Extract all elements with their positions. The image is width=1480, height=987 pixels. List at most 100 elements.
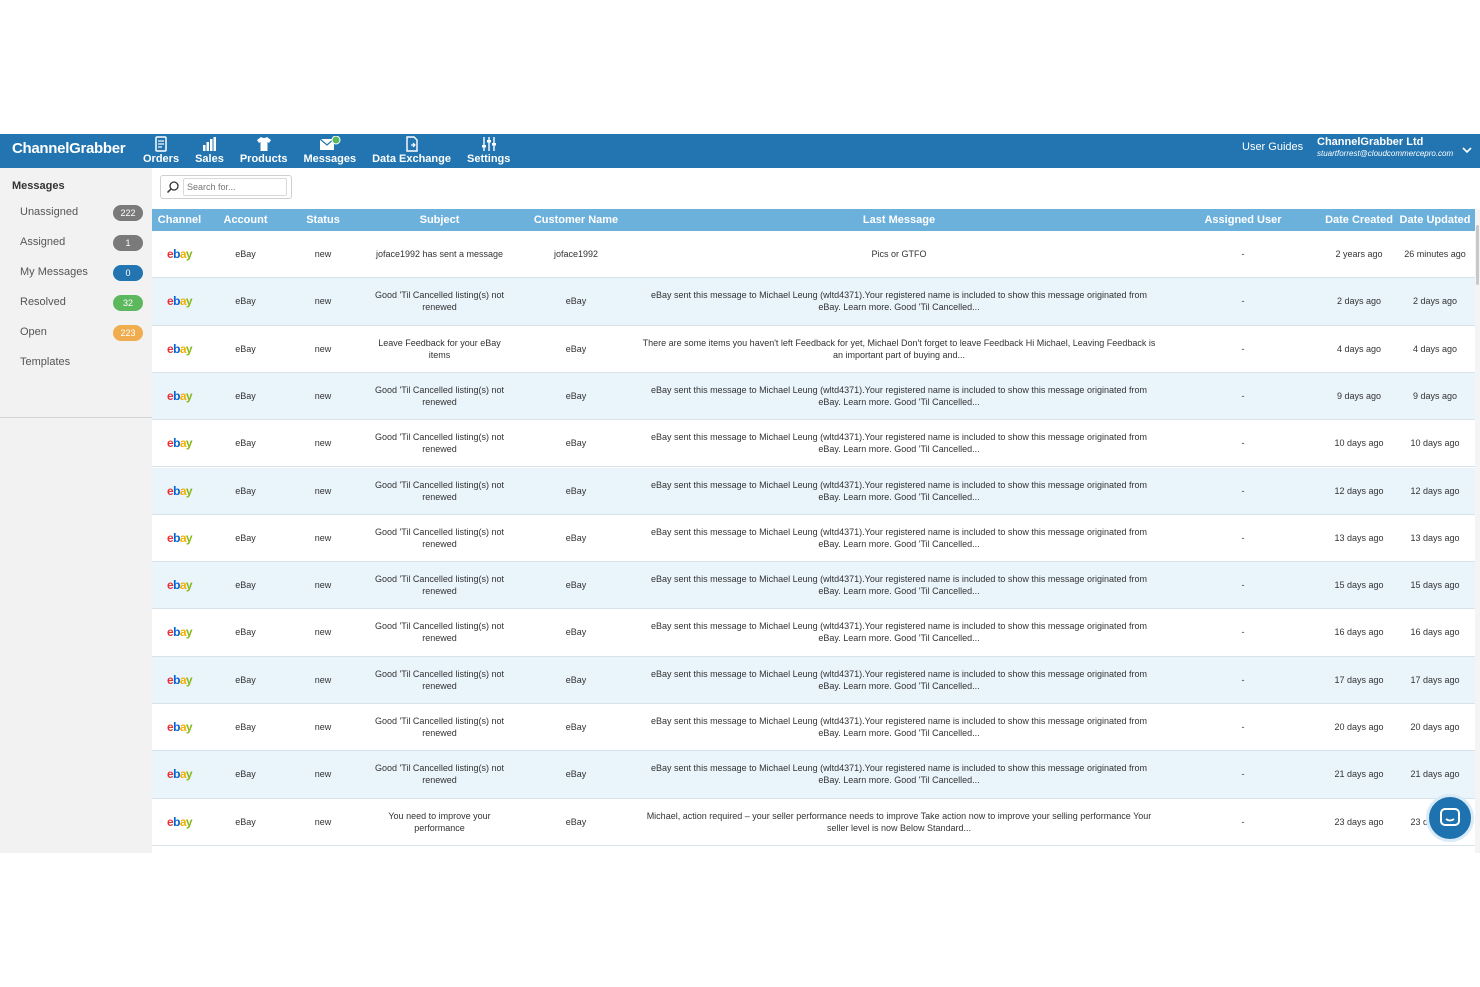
date-created-cell: 9 days ago — [1336, 390, 1382, 401]
ebay-logo-icon: ebay — [167, 578, 193, 593]
shirt-icon — [256, 137, 271, 151]
table-row[interactable]: ebay eBay new Good 'Til Cancelled listin… — [152, 420, 1475, 468]
date-created-cell: 2 years ago — [1335, 249, 1383, 259]
sidebar-item-label: Templates — [20, 356, 71, 368]
table-row[interactable]: ebay eBay new Good 'Til Cancelled listin… — [152, 562, 1475, 610]
table-row[interactable]: ebay eBay new Good 'Til Cancelled listin… — [152, 467, 1475, 515]
table-row[interactable]: ebay eBay new Good 'Til Cancelled listin… — [152, 751, 1475, 799]
account-email: stuartforrest@cloudcommercepro.com — [1317, 149, 1454, 158]
channel-cell: ebay — [152, 326, 207, 372]
table-row[interactable]: ebay eBay new Good 'Til Cancelled listin… — [152, 372, 1475, 421]
table-row[interactable]: ebay eBay new Leave Feedback for your eB… — [152, 325, 1475, 373]
count-badge: 0 — [113, 265, 143, 281]
assigned-user-cell: - — [1241, 769, 1245, 780]
account-menu[interactable]: ChannelGrabber Ltd stuartforrest@cloudco… — [1317, 136, 1453, 158]
column-header-last-message[interactable]: Last Message — [635, 209, 1163, 231]
sidebar-item-unassigned[interactable]: Unassigned 222 — [0, 202, 152, 224]
search-input[interactable] — [183, 178, 287, 196]
customer-name-cell: eBay — [565, 674, 587, 685]
status-cell: new — [314, 390, 332, 401]
last-message-cell: Pics or GTFO — [871, 249, 927, 259]
channel-cell: ebay — [152, 468, 207, 514]
ebay-logo-icon: ebay — [167, 767, 193, 782]
assigned-user-cell: - — [1241, 722, 1245, 732]
nav-sales[interactable]: Sales — [187, 134, 232, 168]
column-header-date-created[interactable]: Date Created — [1323, 209, 1395, 231]
customer-name-cell: eBay — [565, 390, 587, 401]
channel-cell: ebay — [152, 278, 207, 324]
chevron-down-icon[interactable] — [1461, 144, 1473, 156]
nav-messages[interactable]: Messages — [296, 134, 365, 168]
customer-name-cell: eBay — [565, 627, 587, 638]
channel-cell: ebay — [152, 373, 207, 419]
count-badge: 223 — [113, 325, 143, 341]
table-row[interactable]: ebay eBay new You need to improve your p… — [152, 798, 1475, 846]
channel-cell: ebay — [152, 799, 207, 845]
nav-data-exchange[interactable]: Data Exchange — [364, 134, 459, 168]
search-icon[interactable] — [166, 180, 180, 194]
ebay-logo-icon: ebay — [167, 436, 193, 451]
orders-icon — [155, 136, 167, 152]
column-header-status[interactable]: Status — [284, 209, 362, 231]
date-updated-cell: 4 days ago — [1412, 343, 1458, 354]
column-header-date-updated[interactable]: Date Updated — [1395, 209, 1475, 231]
column-header-account[interactable]: Account — [207, 209, 284, 231]
status-cell: new — [314, 722, 332, 732]
assigned-user-cell: - — [1241, 816, 1245, 827]
vertical-scrollbar[interactable] — [1475, 209, 1480, 853]
sidebar-item-assigned[interactable]: Assigned 1 — [0, 232, 152, 254]
column-header-subject[interactable]: Subject — [362, 209, 517, 231]
account-cell: eBay — [235, 249, 256, 259]
chat-bubble-icon — [1440, 808, 1460, 826]
sidebar-item-resolved[interactable]: Resolved 32 — [0, 292, 152, 314]
nav-orders[interactable]: Orders — [135, 134, 187, 168]
account-cell: eBay — [235, 674, 256, 685]
sidebar-item-my-messages[interactable]: My Messages 0 — [0, 262, 152, 284]
table-row[interactable]: ebay eBay new Good 'Til Cancelled listin… — [152, 609, 1475, 657]
column-header-customer-name[interactable]: Customer Name — [517, 209, 635, 231]
ebay-logo-icon: ebay — [167, 672, 193, 687]
scrollbar-thumb[interactable] — [1476, 225, 1479, 285]
customer-name-cell: eBay — [565, 722, 587, 732]
table-row[interactable]: ebay eBay new Good 'Til Cancelled listin… — [152, 514, 1475, 563]
channel-cell: ebay — [152, 751, 207, 797]
bar-chart-icon — [203, 137, 217, 151]
sidebar-item-label: Unassigned — [20, 206, 79, 218]
table-row[interactable]: ebay eBay new Good 'Til Cancelled listin… — [152, 278, 1475, 326]
date-created-cell: 12 days ago — [1334, 485, 1384, 496]
sidebar-item-templates[interactable]: Templates — [0, 352, 152, 374]
last-message-cell: eBay sent this message to Michael Leung … — [651, 432, 1147, 455]
nav-sales-label: Sales — [195, 153, 224, 165]
column-header-channel[interactable]: Channel — [152, 209, 207, 231]
subject-cell: Good 'Til Cancelled listing(s) not renew… — [375, 432, 504, 455]
sidebar-item-open[interactable]: Open 223 — [0, 322, 152, 344]
ebay-logo-icon: ebay — [167, 720, 193, 734]
subject-cell: Leave Feedback for your eBay items — [378, 337, 501, 360]
column-header-assigned-user[interactable]: Assigned User — [1163, 209, 1323, 231]
channel-cell: ebay — [152, 231, 207, 277]
account-cell: eBay — [235, 296, 256, 307]
status-cell: new — [314, 674, 332, 685]
chat-support-button[interactable] — [1426, 794, 1474, 842]
assigned-user-cell: - — [1241, 249, 1245, 259]
last-message-cell: There are some items you haven't left Fe… — [642, 337, 1156, 360]
customer-name-cell: eBay — [565, 580, 587, 591]
date-created-cell: 15 days ago — [1334, 580, 1384, 591]
nav-orders-label: Orders — [143, 153, 180, 165]
assigned-user-cell: - — [1241, 627, 1245, 638]
table-row[interactable]: ebay eBay new joface1992 has sent a mess… — [152, 231, 1475, 279]
table-row[interactable]: ebay eBay new Good 'Til Cancelled listin… — [152, 704, 1475, 752]
date-updated-cell: 2 days ago — [1412, 296, 1458, 307]
channel-cell: ebay — [152, 420, 207, 466]
date-updated-cell: 13 days ago — [1410, 532, 1460, 543]
table-row[interactable]: ebay eBay new Good 'Til Cancelled listin… — [152, 656, 1475, 704]
nav-settings[interactable]: Settings — [459, 134, 518, 168]
ebay-logo-icon: ebay — [167, 388, 193, 403]
channelgrabber-logo[interactable]: ChannelGrabber — [12, 140, 126, 157]
nav-products[interactable]: Products — [232, 134, 296, 168]
user-guides-link[interactable]: User Guides — [1242, 141, 1303, 153]
status-cell: new — [314, 296, 332, 307]
search-box — [160, 175, 292, 199]
customer-name-cell: eBay — [565, 296, 587, 307]
date-created-cell: 20 days ago — [1334, 722, 1384, 732]
